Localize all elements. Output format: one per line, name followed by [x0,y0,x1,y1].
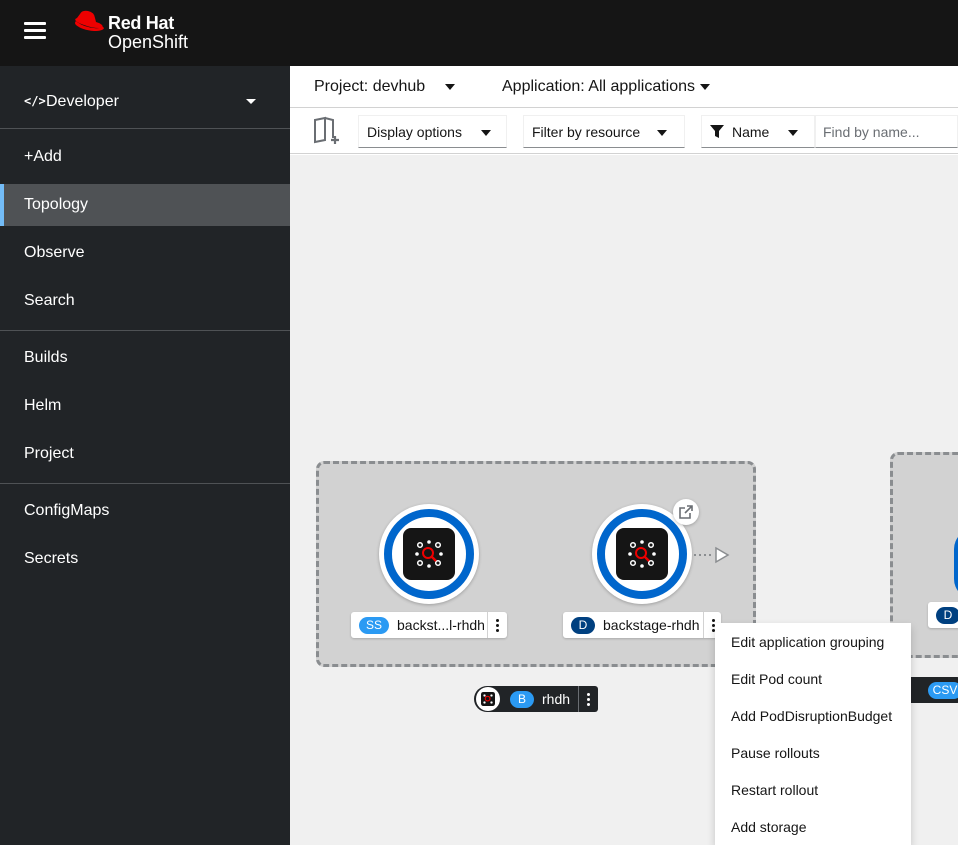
connector-arrow-icon[interactable] [692,545,732,565]
workload-name: backstage-rhdh [603,617,700,633]
sidebar-item-search[interactable]: Search [0,280,290,322]
red-hat-logo-icon [75,10,104,31]
perspective-switcher[interactable]: </> Developer [0,66,290,129]
sidebar-item-observe[interactable]: Observe [0,232,290,274]
backstage-icon [616,528,668,580]
display-options-dropdown[interactable]: Display options [358,115,507,148]
menu-item-pause-rollouts[interactable]: Pause rollouts [715,735,911,772]
nav-divider [0,330,290,331]
application-badge: B [510,691,534,708]
filter-type-dropdown[interactable]: Name [701,115,815,148]
chevron-down-icon [246,99,256,104]
context-menu: Edit application grouping Edit Pod count… [715,623,911,845]
sidebar-item-helm[interactable]: Helm [0,385,290,427]
csv-badge: CSV [928,682,958,699]
menu-item-edit-application-grouping[interactable]: Edit application grouping [715,624,911,661]
sidebar-item-add[interactable]: +Add [0,136,290,178]
quick-search-book-icon[interactable] [312,114,344,146]
workload-label[interactable]: D backstage-rhdh [563,612,721,638]
menu-item-add-pod-disruption-budget[interactable]: Add PodDisruptionBudget [715,698,911,735]
brand-line-1: Red Hat [108,13,174,33]
chevron-down-icon[interactable] [700,84,710,90]
sidebar-item-topology[interactable]: Topology [0,184,290,226]
backstage-icon [403,528,455,580]
hamburger-menu-icon[interactable] [24,20,48,42]
masthead: Red Hat OpenShift [0,0,958,66]
nav-divider [0,483,290,484]
sidebar-item-project[interactable]: Project [0,433,290,475]
app-icon [476,687,500,711]
sidebar-item-secrets[interactable]: Secrets [0,538,290,580]
filter-by-resource-dropdown[interactable]: Filter by resource [523,115,685,148]
application-name: rhdh [542,691,571,707]
project-bar: Project: devhub Application: All applica… [290,66,958,108]
kebab-menu-icon[interactable] [487,612,505,638]
deployment-badge: D [571,617,595,634]
find-by-name-input[interactable] [815,115,958,148]
project-dropdown[interactable]: Project: devhub [314,78,425,96]
display-options-label: Display options [367,124,462,140]
kebab-menu-icon[interactable] [578,686,596,712]
topology-toolbar: Display options Filter by resource Name [290,108,958,154]
external-link-icon[interactable] [673,499,699,525]
workload-label-partial[interactable]: D [928,602,958,628]
application-dropdown[interactable]: Application: All applications [502,78,695,96]
sidebar-item-builds[interactable]: Builds [0,337,290,379]
workload-node-statefulset[interactable] [379,504,479,604]
menu-item-add-storage[interactable]: Add storage [715,809,911,845]
deployment-badge: D [936,607,958,624]
chevron-down-icon [657,130,667,136]
chevron-down-icon[interactable] [445,84,455,90]
workload-name: backst...l-rhdh [397,617,485,633]
code-icon: </> [24,94,46,108]
filter-type-label: Name [732,124,770,140]
filter-icon [710,125,724,138]
chevron-down-icon [481,130,491,136]
menu-item-restart-rollout[interactable]: Restart rollout [715,772,911,809]
application-group-label[interactable]: B rhdh [474,686,598,712]
perspective-label: Developer [46,93,119,110]
filter-by-resource-label: Filter by resource [532,124,641,140]
sidebar: </> Developer +Add Topology Observe Sear… [0,66,290,845]
statefulset-badge: SS [359,617,389,634]
sidebar-item-configmaps[interactable]: ConfigMaps [0,490,290,532]
chevron-down-icon [788,130,798,136]
menu-item-edit-pod-count[interactable]: Edit Pod count [715,661,911,698]
workload-label[interactable]: SS backst...l-rhdh [351,612,507,638]
brand-line-2: OpenShift [108,32,189,52]
red-hat-openshift-logo[interactable]: Red Hat OpenShift [70,10,210,56]
